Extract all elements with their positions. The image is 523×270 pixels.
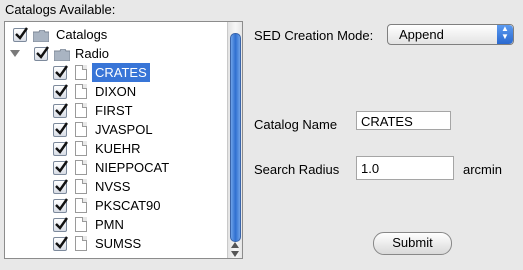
tree-item-label: KUEHR (95, 141, 141, 156)
tree-root-row[interactable]: Catalogs (13, 25, 223, 44)
folder-icon (32, 28, 50, 43)
checkbox-checked-icon[interactable] (53, 65, 68, 80)
tree-item-label: SUMSS (95, 236, 142, 251)
document-icon (75, 198, 87, 213)
document-icon (75, 103, 87, 118)
expand-triangle-icon[interactable] (10, 50, 20, 57)
sed-mode-select[interactable]: Append ▲ ▼ (387, 24, 514, 45)
search-radius-label: Search Radius (254, 162, 340, 177)
tree-item-row[interactable]: FIRST (53, 101, 223, 120)
document-icon (75, 84, 87, 99)
search-radius-field[interactable]: 1.0 (356, 156, 454, 180)
checkbox-checked-icon[interactable] (53, 122, 68, 137)
tree-item-label: DIXON (95, 84, 137, 99)
document-icon (75, 236, 87, 251)
checkbox-checked-icon[interactable] (53, 84, 68, 99)
tree-group-label: Radio (75, 46, 109, 61)
checkbox-checked-icon[interactable] (53, 179, 68, 194)
tree-item-label: PMN (95, 217, 124, 232)
sed-mode-value: Append (399, 27, 444, 42)
tree-item-row[interactable]: PKSCAT90 (53, 196, 223, 215)
checkbox-checked-icon[interactable] (53, 103, 68, 118)
tree-item-row[interactable]: NVSS (53, 177, 223, 196)
scroll-up-arrow-icon[interactable] (231, 242, 239, 248)
catalog-name-field[interactable]: CRATES (356, 111, 451, 130)
document-icon (75, 179, 87, 194)
tree-item-label: CRATES (92, 63, 150, 82)
tree-item-label: PKSCAT90 (95, 198, 161, 213)
tree-item-row[interactable]: CRATES (53, 63, 223, 82)
search-radius-unit: arcmin (463, 162, 503, 177)
tree-item-label: JVASPOL (95, 122, 153, 137)
tree-scroll-thumb[interactable] (230, 33, 241, 242)
scroll-down-arrow-icon[interactable] (231, 251, 239, 257)
checkbox-checked-icon[interactable] (53, 160, 68, 175)
tree-item-row[interactable]: NIEPPOCAT (53, 158, 223, 177)
document-icon (75, 217, 87, 232)
tree-item-label: FIRST (95, 103, 133, 118)
catalog-tree[interactable]: Catalogs Radio CRATES DIXON FIRST JVASPOL KU… (4, 21, 243, 259)
tree-item-row[interactable]: PMN (53, 215, 223, 234)
tree-group-row[interactable]: Radio (10, 44, 220, 63)
checkbox-checked-icon[interactable] (34, 46, 49, 61)
sed-mode-label: SED Creation Mode: (254, 28, 374, 43)
checkbox-checked-icon[interactable] (53, 236, 68, 251)
tree-item-row[interactable]: SUMSS (53, 234, 223, 253)
tree-item-label: NIEPPOCAT (95, 160, 170, 175)
submit-button[interactable]: Submit (373, 232, 452, 255)
select-arrows-icon: ▲ ▼ (497, 25, 513, 44)
tree-item-row[interactable]: JVASPOL (53, 120, 223, 139)
checkbox-checked-icon[interactable] (53, 217, 68, 232)
folder-icon (53, 47, 71, 62)
tree-root-label: Catalogs (56, 27, 108, 42)
document-icon (75, 160, 87, 175)
tree-item-row[interactable]: DIXON (53, 82, 223, 101)
checkbox-checked-icon[interactable] (53, 198, 68, 213)
document-icon (75, 141, 87, 156)
tree-item-label: NVSS (95, 179, 131, 194)
catalog-name-label: Catalog Name (254, 117, 338, 132)
document-icon (75, 122, 87, 137)
catalogs-available-label: Catalogs Available: (5, 2, 116, 17)
checkbox-checked-icon[interactable] (53, 141, 68, 156)
document-icon (75, 65, 87, 80)
tree-item-row[interactable]: KUEHR (53, 139, 223, 158)
checkbox-checked-icon[interactable] (13, 27, 28, 42)
